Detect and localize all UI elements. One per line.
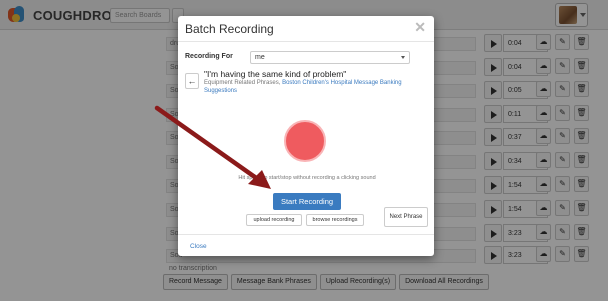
recording-hint: Hit space to start/stop without recordin…	[238, 175, 376, 181]
modal-title: Batch Recording	[185, 22, 274, 36]
close-link[interactable]: Close	[190, 243, 207, 250]
recording-for-value: me	[255, 54, 265, 61]
recording-for-select[interactable]: me	[250, 51, 410, 64]
chevron-down-icon	[401, 56, 405, 59]
arrow-left-icon[interactable]: ←	[185, 73, 199, 89]
phrase-category: Equipment Related Phrases,	[204, 80, 281, 86]
upload-recording-button[interactable]: upload recording	[246, 214, 302, 226]
modal-footer: Close	[178, 234, 434, 256]
record-button-circle[interactable]	[284, 120, 326, 162]
recording-for-label: Recording For	[185, 53, 233, 60]
close-icon[interactable]: ✕	[414, 19, 426, 36]
browse-recordings-button[interactable]: browse recordings	[306, 214, 364, 226]
start-recording-button[interactable]: Start Recording	[273, 193, 341, 210]
current-phrase: "I'm having the same kind of problem"	[204, 69, 347, 79]
modal-header: Batch Recording ✕	[178, 16, 434, 42]
phrase-source: Equipment Related Phrases, Boston Childr…	[204, 79, 424, 95]
next-phrase-button[interactable]: Next Phrase	[384, 207, 428, 227]
batch-recording-modal: Batch Recording ✕ Recording For me ← "I'…	[178, 16, 434, 256]
